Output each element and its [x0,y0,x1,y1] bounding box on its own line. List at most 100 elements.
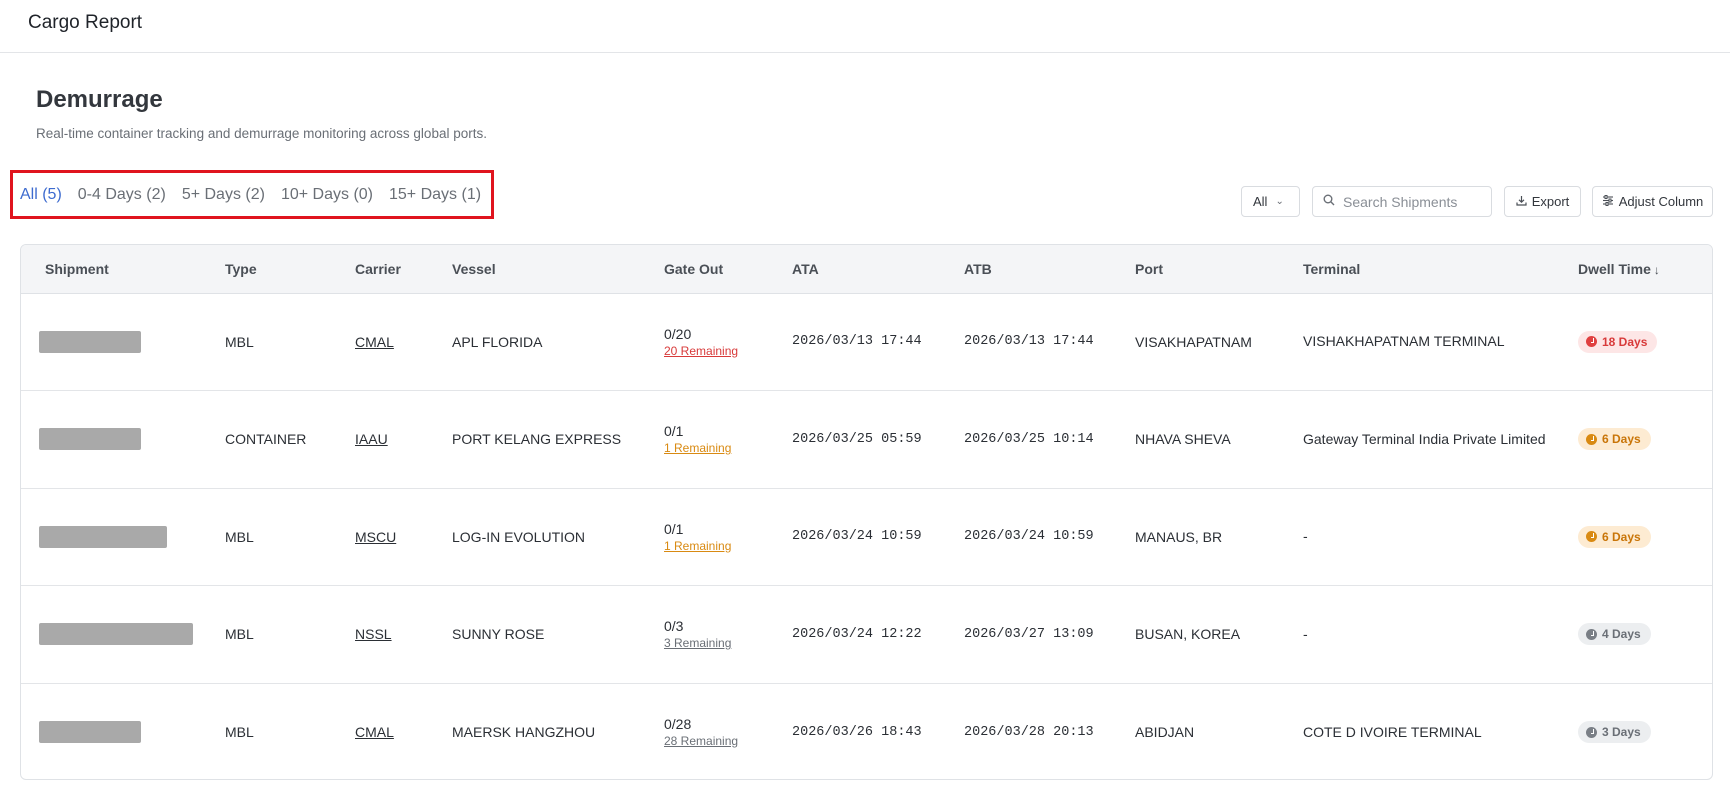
download-icon [1516,194,1532,209]
tab-15-plus-days[interactable]: 15+ Days (1) [389,186,481,204]
carrier-link[interactable]: CMAL [355,724,394,740]
vessel-cell: MAERSK HANGZHOU [452,724,596,740]
column-header-vessel[interactable]: Vessel [448,245,660,294]
table-header-row: Shipment Type Carrier Vessel Gate Out AT… [21,245,1712,294]
shipment-cell [21,488,221,586]
gate-out-count: 0/28 [664,716,692,732]
filter-select[interactable]: All ⌄ [1241,186,1300,217]
dwell-time-cell: 6 Days [1566,488,1712,586]
dwell-time-value: 6 Days [1602,432,1641,447]
tab-10-plus-days[interactable]: 10+ Days (0) [281,186,373,204]
export-button[interactable]: Export [1504,186,1581,217]
carrier-cell: MSCU [351,488,448,586]
terminal-cell: - [1303,528,1308,545]
shipment-cell [21,391,221,489]
column-header-gate-out[interactable]: Gate Out [660,245,788,294]
redacted-shipment-id [39,525,167,548]
vessel-cell: APL FLORIDA [452,333,543,350]
column-header-carrier[interactable]: Carrier [351,245,448,294]
type-cell: MBL [225,528,254,545]
table-row[interactable]: CONTAINER IAAU PORT KELANG EXPRESS 0/1 1 Rem… [21,391,1712,489]
column-header-atb[interactable]: ATB [960,245,1131,294]
port-cell: BUSAN, KOREA [1135,626,1241,643]
clock-icon [1586,531,1597,543]
terminal-cell: - [1303,625,1308,642]
chevron-down-icon: ⌄ [1275,196,1284,207]
dwell-filter-tabs: All (5) 0-4 Days (2) 5+ Days (2) 10+ Day… [20,186,481,204]
dwell-time-cell: 18 Days [1566,293,1712,391]
table-row[interactable]: MBL CMAL APL FLORIDA 0/20 20 Remaining 2026/0… [21,293,1712,391]
carrier-cell: CMAL [351,683,448,779]
type-cell: MBL [225,333,254,350]
dwell-time-badge: 6 Days [1578,525,1651,548]
carrier-link[interactable]: NSSL [355,626,392,642]
search-input[interactable] [1343,193,1483,210]
dwell-time-cell: 3 Days [1566,683,1712,779]
search-box[interactable] [1312,186,1492,217]
type-cell: MBL [225,626,254,643]
ata-cell: 2026/03/25 05:59 [792,431,922,447]
top-bar: Cargo Report [0,0,1730,53]
remaining-link[interactable]: 3 Remaining [664,636,731,650]
carrier-link[interactable]: IAAU [355,431,388,447]
table-row[interactable]: MBL NSSL SUNNY ROSE 0/3 3 Remaining 2026/03/2… [21,586,1712,684]
carrier-link[interactable]: CMAL [355,334,394,350]
dwell-time-value: 3 Days [1602,725,1641,739]
adjust-column-button[interactable]: Adjust Column [1592,186,1713,217]
search-icon [1323,194,1335,209]
shipment-cell [21,586,221,684]
dwell-time-cell: 4 Days [1566,586,1712,684]
atb-cell: 2026/03/24 10:59 [964,529,1094,545]
gate-out-cell: 0/3 3 Remaining [660,586,788,684]
tab-5-plus-days[interactable]: 5+ Days (2) [182,186,265,204]
tab-0-4-days[interactable]: 0-4 Days (2) [78,186,166,204]
tab-all[interactable]: All (5) [20,186,62,204]
ata-cell: 2026/03/13 17:44 [792,334,922,350]
ata-cell: 2026/03/26 18:43 [792,724,922,740]
shipments-table: Shipment Type Carrier Vessel Gate Out AT… [20,244,1713,780]
remaining-link[interactable]: 28 Remaining [664,734,738,748]
redacted-shipment-id [39,721,141,743]
carrier-link[interactable]: MSCU [355,529,396,545]
clock-icon [1586,726,1597,738]
clock-icon [1586,433,1597,445]
gate-out-cell: 0/28 28 Remaining [660,683,788,779]
adjust-column-label: Adjust Column [1618,194,1704,209]
dwell-time-label: Dwell Time [1578,260,1651,277]
gate-out-cell: 0/1 1 Remaining [660,391,788,489]
column-header-type[interactable]: Type [221,245,351,294]
sliders-icon [1602,194,1619,209]
column-header-ata[interactable]: ATA [788,245,960,294]
dwell-time-badge: 18 Days [1578,330,1658,353]
ata-cell: 2026/03/24 12:22 [792,626,922,642]
dwell-time-value: 4 Days [1602,627,1641,642]
gate-out-count: 0/20 [664,325,692,342]
remaining-link[interactable]: 20 Remaining [664,344,738,358]
filter-select-value: All [1253,194,1268,209]
column-header-terminal[interactable]: Terminal [1299,245,1566,294]
redacted-shipment-id [39,623,193,646]
page-title: Demurrage [36,86,163,113]
column-header-port[interactable]: Port [1131,245,1299,294]
atb-cell: 2026/03/25 10:14 [964,431,1094,447]
clock-icon [1586,336,1597,348]
shipment-cell [21,293,221,391]
shipment-cell [21,683,221,779]
dwell-time-value: 6 Days [1602,529,1641,544]
port-cell: VISAKHAPATNAM [1135,333,1252,350]
atb-cell: 2026/03/13 17:44 [964,334,1094,350]
gate-out-count: 0/1 [664,423,684,440]
table-row[interactable]: MBL CMAL MAERSK HANGZHOU 0/28 28 Remaining 20… [21,683,1712,779]
remaining-link[interactable]: 1 Remaining [664,539,731,553]
column-header-dwell-time[interactable]: Dwell Time ↓ [1566,245,1712,294]
dwell-time-cell: 6 Days [1566,391,1712,489]
app-title: Cargo Report [28,12,143,33]
page-subtitle: Real-time container tracking and demurra… [36,126,487,141]
gate-out-cell: 0/1 1 Remaining [660,488,788,586]
remaining-link[interactable]: 1 Remaining [664,441,731,455]
vessel-cell: SUNNY ROSE [452,626,545,643]
dwell-time-value: 18 Days [1602,334,1648,349]
column-header-shipment[interactable]: Shipment [21,245,221,294]
table-row[interactable]: MBL MSCU LOG-IN EVOLUTION 0/1 1 Remaining 202… [21,488,1712,586]
redacted-shipment-id [39,330,141,353]
